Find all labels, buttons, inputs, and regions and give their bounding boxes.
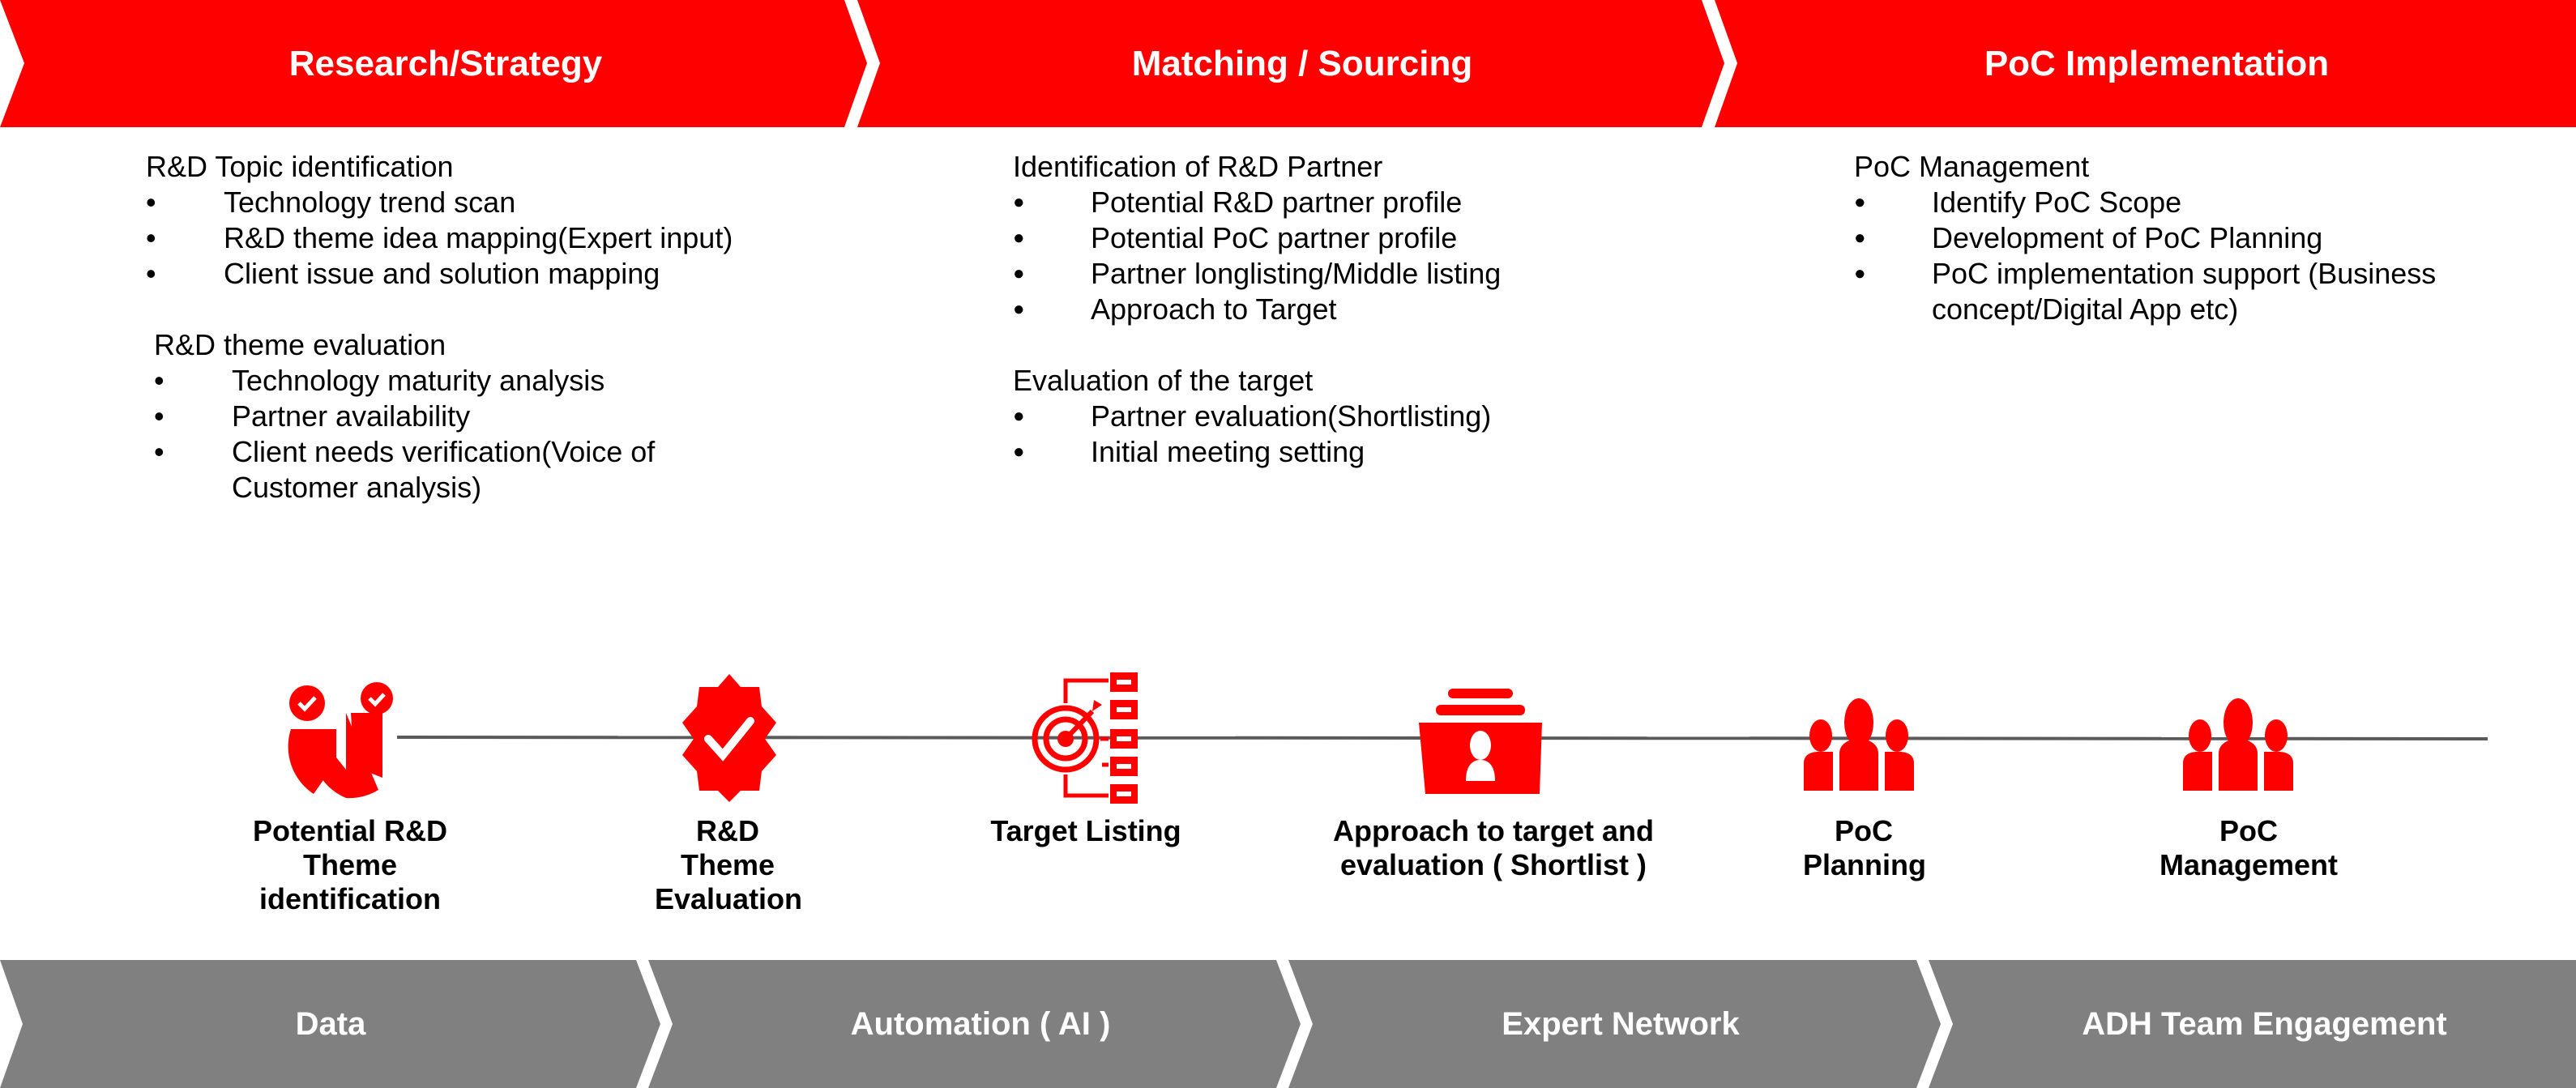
list-item: ● PoC implementation support (Business co… bbox=[1854, 257, 2437, 326]
list-item: • Technology maturity analysis bbox=[154, 364, 605, 397]
section-heading: Identification of R&D Partner bbox=[1013, 150, 1383, 183]
bullet-icon: ● bbox=[1013, 262, 1025, 284]
list-item: ● Potential PoC partner profile bbox=[1013, 221, 1458, 254]
target-list-icon bbox=[1032, 672, 1138, 804]
enabler-automation: Automation ( AI ) bbox=[850, 1005, 1111, 1042]
matching-details: Identification of R&D Partner ● Potential… bbox=[1013, 149, 1661, 470]
badge-check-icon bbox=[682, 674, 776, 802]
poc-details: PoC Management ● Identify PoC Scope ● Deve… bbox=[1854, 149, 2502, 327]
bullet-icon: • bbox=[154, 435, 164, 468]
bullet-icon: • bbox=[154, 364, 164, 397]
team-icon bbox=[1804, 698, 1914, 791]
bullet-icon: ● bbox=[1013, 191, 1025, 213]
list-item: ● Approach to Target bbox=[1013, 292, 1337, 326]
list-item: ● Potential R&D partner profile bbox=[1013, 186, 1463, 219]
bullet-list: ● Potential R&D partner profile ● Potentia… bbox=[1013, 185, 1661, 327]
step-label-poc-planning: PoC Planning bbox=[1803, 814, 1926, 881]
enabler-data: Data bbox=[295, 1005, 366, 1042]
bullet-list: • Technology maturity analysis • Partner a… bbox=[154, 363, 794, 506]
step-label-target-listing: Target Listing bbox=[990, 814, 1181, 847]
phase-title-research: Research/Strategy bbox=[288, 43, 603, 83]
bullet-icon: ● bbox=[1013, 227, 1025, 249]
enabler-expert-network: Expert Network bbox=[1502, 1005, 1740, 1042]
bullet-icon: • bbox=[146, 186, 156, 219]
section-heading: PoC Management bbox=[1854, 150, 2090, 183]
list-item: • R&D theme idea mapping(Expert input) bbox=[146, 221, 733, 254]
bullet-icon: ● bbox=[1854, 227, 1866, 249]
list-item: ● Initial meeting setting bbox=[1013, 435, 1365, 468]
pie-chart-check-icon bbox=[288, 682, 393, 799]
bullet-icon: • bbox=[146, 257, 156, 290]
section-heading: R&D theme evaluation bbox=[154, 328, 446, 361]
step-label-approach-target: Approach to target and evaluation ( Shor… bbox=[1332, 814, 1655, 881]
bullet-icon: ● bbox=[1854, 262, 1866, 284]
list-item: • Client issue and solution mapping bbox=[146, 257, 660, 290]
list-item: ● Partner longlisting/Middle listing bbox=[1013, 257, 1502, 290]
list-item: • Client needs verification(Voice of Cust… bbox=[154, 435, 656, 504]
bullet-list: • Technology trend scan • R&D theme idea m… bbox=[146, 185, 794, 292]
bullet-icon: ● bbox=[1854, 191, 1866, 213]
list-item: • Partner availability bbox=[154, 399, 471, 433]
list-item: ● Identify PoC Scope bbox=[1854, 186, 2182, 219]
section-heading: R&D Topic identification bbox=[146, 150, 454, 183]
step-label-theme-evaluation: R&D Theme Evaluation bbox=[655, 814, 803, 915]
bullet-icon: ● bbox=[1013, 298, 1025, 320]
list-item: ● Partner evaluation(Shortlisting) bbox=[1013, 399, 1492, 433]
phase-title-poc: PoC Implementation bbox=[1984, 43, 2330, 83]
bullet-list: ● Partner evaluation(Shortlisting) ● Initi… bbox=[1013, 399, 1661, 470]
bullet-icon: ● bbox=[1013, 441, 1025, 463]
phase-title-matching: Matching / Sourcing bbox=[1131, 43, 1473, 83]
section-heading: Evaluation of the target bbox=[1013, 364, 1314, 397]
bullet-icon: • bbox=[154, 399, 164, 433]
list-item: • Technology trend scan bbox=[146, 186, 516, 219]
profile-folder-icon bbox=[1419, 689, 1542, 794]
bullet-icon: ● bbox=[1013, 405, 1025, 427]
bullet-list: ● Identify PoC Scope ● Development of PoC … bbox=[1854, 185, 2502, 327]
step-label-poc-management: PoC Management bbox=[2159, 814, 2339, 881]
team-icon bbox=[2183, 698, 2293, 791]
step-label-theme-identification: Potential R&D Theme identification bbox=[252, 814, 447, 915]
list-item: ● Development of PoC Planning bbox=[1854, 221, 2323, 254]
bullet-icon: • bbox=[146, 221, 156, 254]
research-details: R&D Topic identification • Technology tre… bbox=[146, 149, 794, 506]
enabler-adh-team: ADH Team Engagement bbox=[2082, 1005, 2447, 1042]
